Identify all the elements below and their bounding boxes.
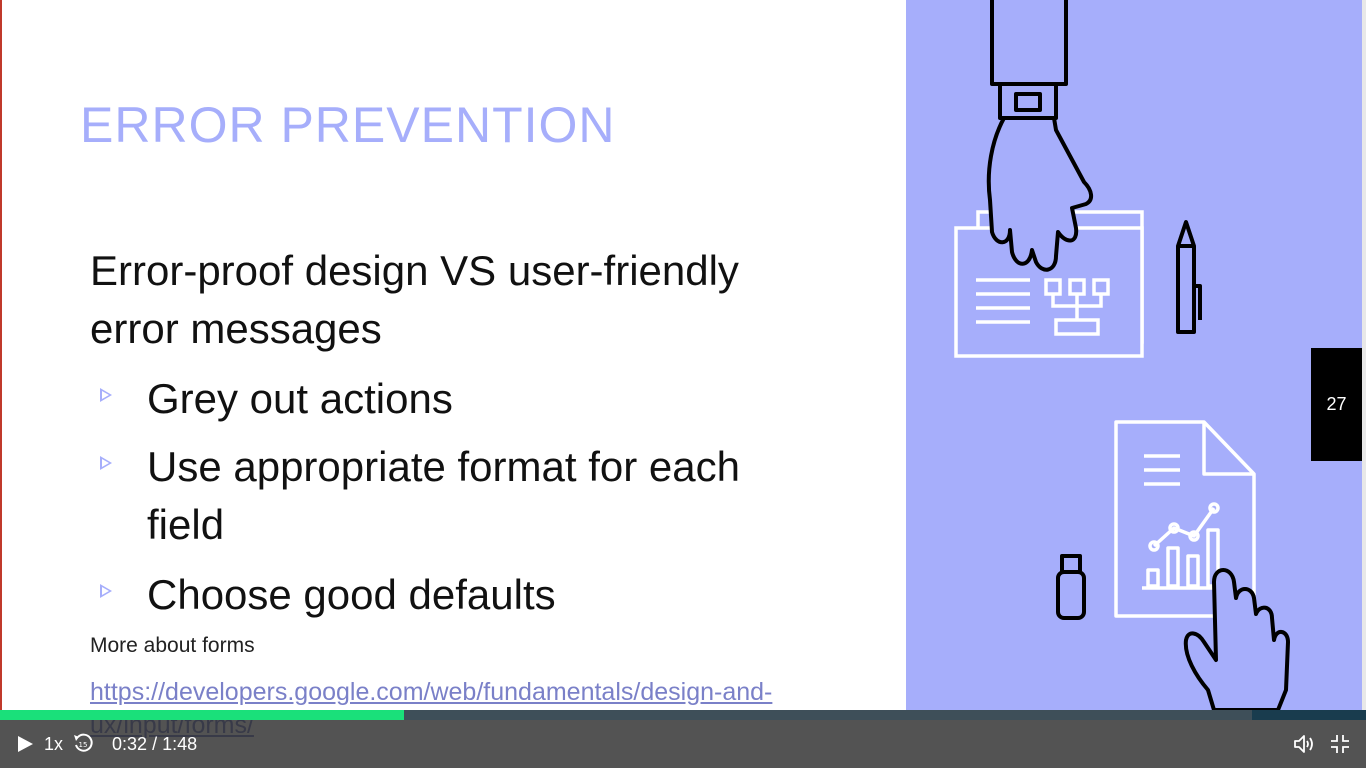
volume-icon[interactable]: [1292, 732, 1316, 756]
bullet-triangle-icon: [100, 388, 112, 402]
play-icon[interactable]: [18, 736, 33, 752]
more-about-forms-label: More about forms: [90, 634, 255, 657]
duration: 1:48: [162, 734, 198, 754]
bullet-text: Grey out actions: [147, 375, 453, 422]
slide-title: ERROR PREVENTION: [80, 97, 616, 153]
progress-buffer: [1252, 710, 1366, 720]
bullet-triangle-icon: [100, 584, 112, 598]
time-display: 0:32 / 1:48: [112, 734, 197, 755]
rewind-15-icon[interactable]: 15: [72, 732, 94, 754]
current-time: 0:32: [112, 734, 148, 754]
slide-intro-text: Error-proof design VS user-friendly erro…: [90, 247, 739, 352]
bullet-text: Use appropriate format for each field: [147, 443, 740, 548]
slide: ERROR PREVENTION Error-proof design VS u…: [0, 0, 1366, 768]
slide-page-number: 27: [1311, 348, 1362, 461]
bullet-text: Choose good defaults: [147, 571, 556, 618]
slide-right-edge: [1362, 0, 1366, 710]
video-controls: 1x 15 0:32 / 1:48: [0, 720, 1366, 768]
exit-fullscreen-icon[interactable]: [1328, 732, 1352, 756]
playback-speed-button[interactable]: 1x: [44, 734, 63, 755]
slide-left-border: [0, 0, 2, 710]
bullet-triangle-icon: [100, 456, 112, 470]
svg-text:15: 15: [79, 741, 88, 749]
slide-illustration: [906, 0, 1362, 712]
video-progress-bar[interactable]: [0, 710, 1366, 720]
time-separator: /: [152, 734, 158, 754]
progress-fill: [0, 710, 405, 720]
hands-documents-chart-illustration: [954, 0, 1290, 712]
